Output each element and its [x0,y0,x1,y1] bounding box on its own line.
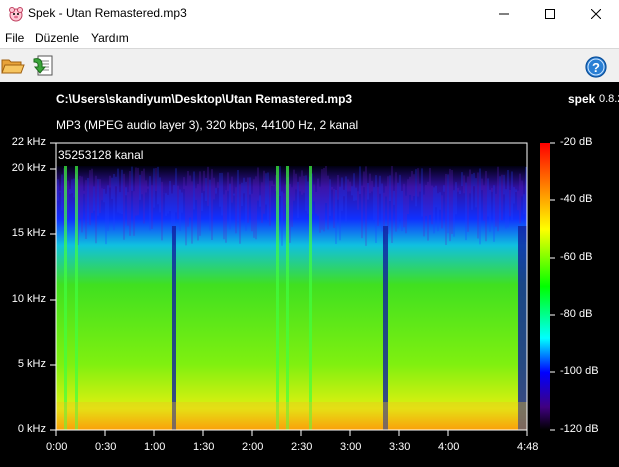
maximize-icon [545,9,555,19]
spectrogram-svg [50,142,555,436]
help-button[interactable]: ? [583,53,609,79]
time-tick-label: 1:30 [193,441,215,453]
svg-text:?: ? [592,60,600,75]
spectrogram-texture [56,402,527,430]
time-tick-label: 4:00 [438,441,460,453]
open-file-button[interactable] [0,53,26,79]
freq-tick-label: 5 kHz [17,358,46,370]
db-tick-label: -20 dB [560,136,593,148]
menu-bar: File Düzenle Yardım [0,28,619,48]
spectrogram-texture [383,226,388,430]
title-bar: Spek - Utan Remastered.mp3 [0,0,619,28]
time-tick-label: 3:30 [389,441,411,453]
time-tick-label: 3:00 [340,441,362,453]
help-icon: ? [585,56,607,78]
time-tick-label: 2:30 [291,441,313,453]
close-icon [591,9,601,19]
menu-help[interactable]: Yardım [91,31,129,45]
db-tick-label: -80 dB [560,308,593,320]
spek-version: 0.8.2 [599,93,619,105]
spectrogram-texture [286,166,289,430]
minimize-button[interactable] [481,0,527,28]
freq-tick-label: 10 kHz [11,293,46,305]
spectrogram-texture [309,166,312,430]
spectrogram-texture [518,226,527,430]
time-tick-label: 2:00 [242,441,264,453]
minimize-icon [499,13,509,15]
toolbar: ? [0,48,619,83]
close-button[interactable] [573,0,619,28]
save-image-icon [33,55,53,76]
db-tick-label: -40 dB [560,193,593,205]
time-tick-label: 1:00 [144,441,166,453]
frequency-ticks [50,142,56,431]
spectrogram-texture [64,166,67,430]
freq-tick-label: 15 kHz [11,227,46,239]
channel-label: 35253128 kanal [58,148,144,162]
spek-brand: spek [568,92,596,106]
colorbar [540,143,550,430]
freq-tick-label: 0 kHz [17,423,46,435]
time-tick-label: 4:48 [517,441,539,453]
spectrogram-plot [55,142,528,431]
db-ticks [550,142,555,431]
spek-icon [8,6,24,22]
time-ticks [55,430,528,436]
save-image-button[interactable] [30,53,56,79]
file-info: MP3 (MPEG audio layer 3), 320 kbps, 4410… [56,118,359,132]
spectrogram-panel: C:\Users\skandiyum\Desktop\Utan Remaster… [0,82,619,467]
spectrogram-texture [172,226,176,430]
time-tick-label: 0:30 [95,441,117,453]
menu-file[interactable]: File [5,31,24,45]
time-tick-label: 0:00 [46,441,68,453]
db-tick-label: -60 dB [560,251,593,263]
open-folder-icon [1,59,25,74]
freq-tick-label: 20 kHz [11,162,46,174]
spectrogram-texture [276,166,279,430]
spectrogram-texture [75,166,78,430]
menu-edit[interactable]: Düzenle [35,31,79,45]
window-title: Spek - Utan Remastered.mp3 [28,6,187,20]
db-tick-label: -120 dB [560,423,599,435]
maximize-button[interactable] [527,0,573,28]
freq-tick-label: 22 kHz [11,136,46,148]
db-tick-label: -100 dB [560,365,599,377]
file-path: C:\Users\skandiyum\Desktop\Utan Remaster… [56,92,353,106]
